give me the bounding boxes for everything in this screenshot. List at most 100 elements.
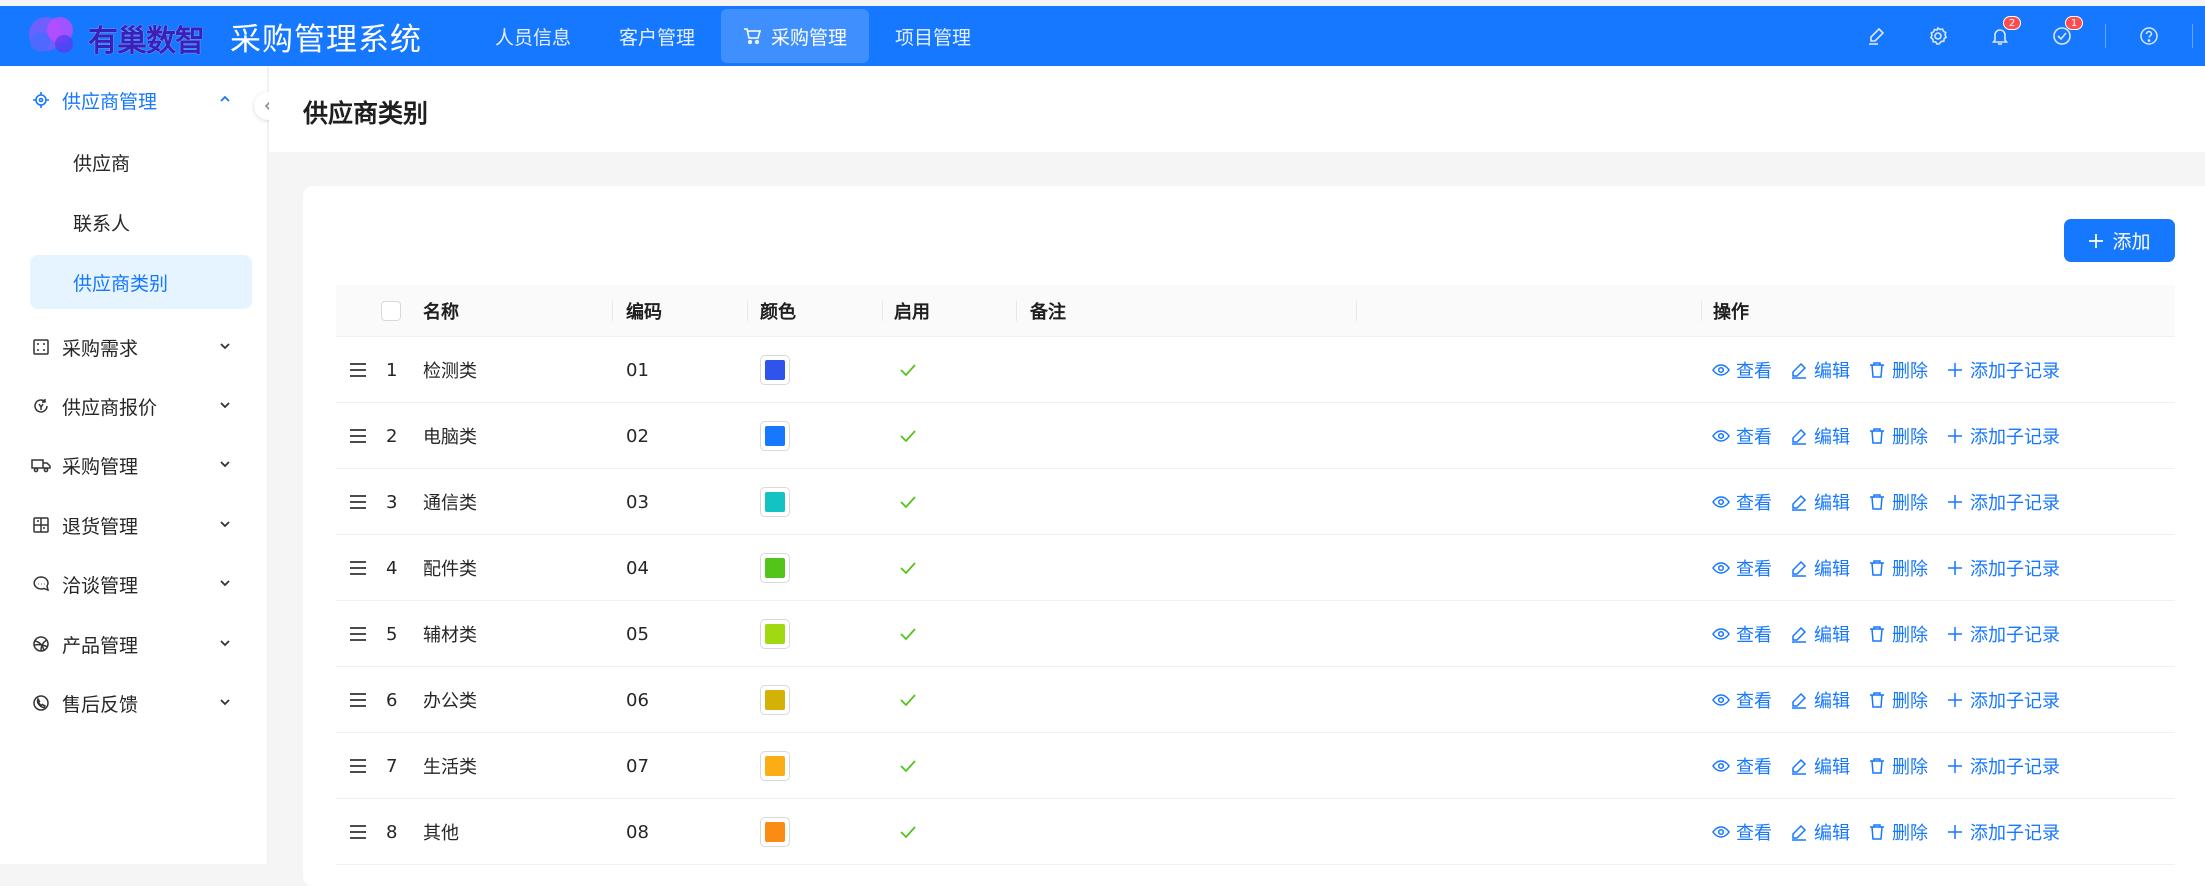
sidebar-group-products[interactable]: 产品管理: [30, 616, 252, 672]
edit-label: 编辑: [1814, 559, 1850, 580]
sidebar-item-supplier[interactable]: 供应商: [30, 135, 252, 189]
sidebar-group-purchase-management[interactable]: 采购管理: [30, 437, 252, 493]
add-button[interactable]: 添加: [2064, 219, 2175, 262]
view-button[interactable]: 查看: [1712, 489, 1772, 515]
edit-button[interactable]: 编辑: [1790, 819, 1850, 845]
add-child-button[interactable]: 添加子记录: [1946, 621, 2060, 647]
view-button[interactable]: 查看: [1712, 621, 1772, 647]
edit-button[interactable]: 编辑: [1790, 687, 1850, 713]
table-row[interactable]: 1 检测类 01 查看 编辑 删除 添加子记录: [336, 337, 2175, 403]
view-button[interactable]: 查看: [1712, 357, 1772, 383]
drag-handle-icon[interactable]: [349, 823, 367, 841]
table-row[interactable]: 7 生活类 07 查看 编辑 删除 添加子记录: [336, 733, 2175, 799]
topnav-item-staff[interactable]: 人员信息: [473, 9, 593, 63]
row-actions: 查看 编辑 删除 添加子记录: [1712, 337, 2078, 403]
column-header-enabled[interactable]: 启用: [894, 285, 930, 337]
page-title: 供应商类别: [303, 99, 429, 128]
add-child-label: 添加子记录: [1970, 691, 2060, 712]
notifications-button[interactable]: 2: [1969, 6, 2031, 66]
add-child-button[interactable]: 添加子记录: [1946, 819, 2060, 845]
sidebar-group-supplier-management[interactable]: 供应商管理: [30, 72, 252, 128]
eye-icon: [1712, 562, 1730, 574]
plus-icon: [1948, 495, 1962, 509]
view-button[interactable]: 查看: [1712, 819, 1772, 845]
sidebar-group-purchase-demand[interactable]: 采购需求: [30, 319, 252, 375]
drag-handle-icon[interactable]: [349, 427, 367, 445]
edit-button[interactable]: 编辑: [1790, 555, 1850, 581]
delete-button[interactable]: 删除: [1868, 423, 1928, 449]
delete-button[interactable]: 删除: [1868, 489, 1928, 515]
add-child-button[interactable]: 添加子记录: [1946, 357, 2060, 383]
delete-button[interactable]: 删除: [1868, 753, 1928, 779]
sidebar-group-supplier-quote[interactable]: 供应商报价: [30, 378, 252, 434]
topnav-item-projects[interactable]: 项目管理: [873, 9, 993, 63]
add-child-button[interactable]: 添加子记录: [1946, 555, 2060, 581]
edit-button[interactable]: 编辑: [1790, 489, 1850, 515]
cell-name: 电脑类: [423, 427, 477, 448]
row-index: 8: [386, 821, 398, 843]
sidebar-item-contacts[interactable]: 联系人: [30, 195, 252, 249]
help-button[interactable]: [2118, 6, 2180, 66]
column-header-remark[interactable]: 备注: [1030, 285, 1066, 337]
table-row[interactable]: 6 办公类 06 查看 编辑 删除 添加子记录: [336, 667, 2175, 733]
cell-color: [760, 601, 790, 667]
cell-enabled: [898, 799, 918, 865]
cell-color: [760, 469, 790, 535]
table-row[interactable]: 3 通信类 03 查看 编辑 删除 添加子记录: [336, 469, 2175, 535]
add-child-button[interactable]: 添加子记录: [1946, 753, 2060, 779]
edit-button[interactable]: 编辑: [1790, 753, 1850, 779]
add-child-button[interactable]: 添加子记录: [1946, 687, 2060, 713]
topnav-item-customers[interactable]: 客户管理: [597, 9, 717, 63]
delete-button[interactable]: 删除: [1868, 555, 1928, 581]
view-button[interactable]: 查看: [1712, 555, 1772, 581]
edit-label: 编辑: [1814, 427, 1850, 448]
drag-handle-icon[interactable]: [349, 625, 367, 643]
drag-handle-icon[interactable]: [349, 691, 367, 709]
drag-handle-icon[interactable]: [349, 757, 367, 775]
phone-icon: [30, 692, 52, 714]
divider: [2192, 24, 2193, 48]
table-row[interactable]: 4 配件类 04 查看 编辑 删除 添加子记录: [336, 535, 2175, 601]
delete-button[interactable]: 删除: [1868, 621, 1928, 647]
view-button[interactable]: 查看: [1712, 423, 1772, 449]
color-swatch: [760, 421, 790, 451]
view-button[interactable]: 查看: [1712, 753, 1772, 779]
gear-icon: [1929, 26, 1948, 45]
sidebar-group-returns[interactable]: 退货管理: [30, 497, 252, 553]
trash-icon: [1870, 824, 1884, 840]
topnav-item-procurement[interactable]: 采购管理: [721, 9, 870, 63]
delete-button[interactable]: 删除: [1868, 687, 1928, 713]
drag-handle-icon[interactable]: [349, 493, 367, 511]
sidebar-group-negotiation[interactable]: 洽谈管理: [30, 556, 252, 612]
column-header-code[interactable]: 编码: [626, 285, 662, 337]
cell-enabled: [898, 337, 918, 403]
chevron-down-icon: [220, 640, 230, 647]
sidebar-item-supplier-category[interactable]: 供应商类别: [30, 255, 252, 309]
add-child-button[interactable]: 添加子记录: [1946, 423, 2060, 449]
table-row[interactable]: 5 辅材类 05 查看 编辑 删除 添加子记录: [336, 601, 2175, 667]
theme-button[interactable]: [1845, 6, 1907, 66]
top-bar: 有巢数智 采购管理系统 人员信息 客户管理 采购管理 项目管理 2 1: [0, 6, 2205, 66]
check-icon: [900, 562, 916, 575]
column-header-color[interactable]: 颜色: [760, 285, 796, 337]
select-all-checkbox[interactable]: [381, 301, 401, 321]
edit-button[interactable]: 编辑: [1790, 423, 1850, 449]
view-button[interactable]: 查看: [1712, 687, 1772, 713]
edit-button[interactable]: 编辑: [1790, 621, 1850, 647]
sidebar-group-after-sales[interactable]: 售后反馈: [30, 675, 252, 731]
logo[interactable]: 有巢数智: [0, 6, 210, 66]
add-child-button[interactable]: 添加子记录: [1946, 489, 2060, 515]
delete-button[interactable]: 删除: [1868, 819, 1928, 845]
todo-button[interactable]: 1: [2031, 6, 2093, 66]
table-row[interactable]: 8 其他 08 查看 编辑 删除 添加子记录: [336, 799, 2175, 865]
table-row[interactable]: 2 电脑类 02 查看 编辑 删除 添加子记录: [336, 403, 2175, 469]
column-divider: [1016, 301, 1017, 321]
edit-button[interactable]: 编辑: [1790, 357, 1850, 383]
settings-button[interactable]: [1907, 6, 1969, 66]
column-header-name[interactable]: 名称: [423, 285, 459, 337]
view-label: 查看: [1736, 427, 1772, 448]
drag-handle-icon[interactable]: [349, 559, 367, 577]
edit-icon: [1792, 428, 1807, 445]
drag-handle-icon[interactable]: [349, 361, 367, 379]
delete-button[interactable]: 删除: [1868, 357, 1928, 383]
